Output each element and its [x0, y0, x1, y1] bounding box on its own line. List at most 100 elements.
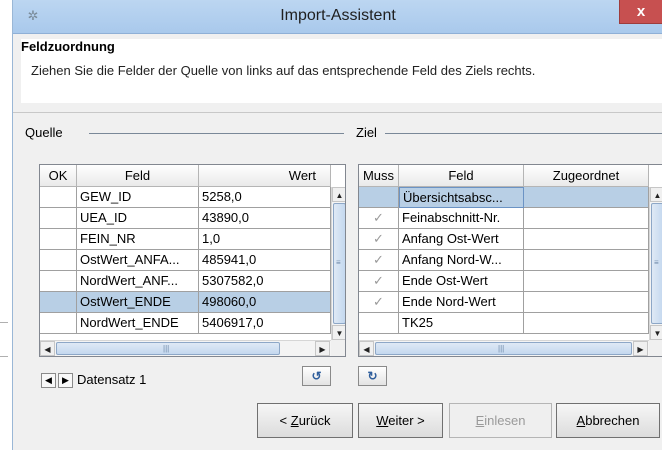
quelle-cell-wert[interactable]: 5406917,0	[199, 313, 331, 334]
quelle-cell-ok[interactable]	[40, 313, 77, 334]
ziel-group-label: Ziel	[356, 125, 377, 140]
scroll-corner	[649, 340, 662, 356]
import-button-label: Einlesen	[475, 413, 526, 428]
column-header-feld[interactable]: Feld	[399, 165, 524, 187]
next-button-label: Weiter >	[376, 413, 425, 428]
datensatz-label: Datensatz 1	[77, 372, 147, 387]
ziel-cell-muss[interactable]: ✓	[359, 229, 399, 250]
ziel-cell-feld[interactable]: Ende Nord-Wert	[399, 292, 524, 313]
ziel-cell-feld[interactable]: Übersichtsabsc...	[399, 187, 524, 208]
column-header-wert[interactable]: Wert	[199, 165, 331, 187]
ziel-cell-muss[interactable]	[359, 187, 399, 208]
quelle-cell-ok[interactable]	[40, 271, 77, 292]
quelle-cell-feld[interactable]: FEIN_NR	[77, 229, 199, 250]
ziel-table[interactable]: Muss Feld Zugeordnet Übersichtsabsc... ✓ F…	[358, 164, 662, 357]
scroll-up-arrow-icon[interactable]: ▲	[650, 187, 662, 202]
next-button[interactable]: Weiter >	[358, 403, 443, 438]
ziel-cell-zugeordnet[interactable]	[524, 292, 649, 313]
quelle-cell-wert[interactable]: 498060,0	[199, 292, 331, 313]
ziel-cell-zugeordnet[interactable]	[524, 250, 649, 271]
ziel-cell-muss[interactable]: ✓	[359, 250, 399, 271]
grip-icon: ≡	[336, 258, 341, 267]
previous-record-icon[interactable]: ◀	[41, 373, 56, 388]
scroll-thumb[interactable]: |||	[56, 342, 280, 355]
grip-icon: |||	[163, 344, 170, 353]
quelle-cell-feld[interactable]: OstWert_ENDE	[77, 292, 199, 313]
scroll-down-arrow-icon[interactable]: ▼	[332, 325, 345, 340]
ziel-cell-muss[interactable]: ✓	[359, 208, 399, 229]
quelle-cell-ok[interactable]	[40, 208, 77, 229]
ziel-cell-zugeordnet[interactable]	[524, 313, 649, 334]
import-assistant-window: ✲ Import-Assistent x Feldzuordnung Ziehe…	[12, 0, 662, 450]
quelle-cell-feld[interactable]: NordWert_ENDE	[77, 313, 199, 334]
ziel-cell-feld[interactable]: Ende Ost-Wert	[399, 271, 524, 292]
quelle-cell-feld[interactable]: NordWert_ANF...	[77, 271, 199, 292]
quelle-cell-ok[interactable]	[40, 292, 77, 313]
column-header-ok[interactable]: OK	[40, 165, 77, 187]
scroll-right-arrow-icon[interactable]: ▶	[315, 341, 330, 356]
ziel-cell-muss[interactable]: ✓	[359, 292, 399, 313]
scroll-thumb[interactable]: ≡	[333, 203, 345, 324]
grip-icon: ≡	[654, 258, 659, 267]
scroll-thumb[interactable]: |||	[375, 342, 632, 355]
quelle-cell-ok[interactable]	[40, 229, 77, 250]
ziel-horizontal-scrollbar[interactable]: ◀ ||| ▶	[359, 340, 649, 356]
section-title: Feldzuordnung	[21, 39, 115, 54]
next-record-icon[interactable]: ▶	[58, 373, 73, 388]
ziel-cell-zugeordnet[interactable]	[524, 208, 649, 229]
title-bar[interactable]: ✲ Import-Assistent x	[13, 0, 662, 34]
edge-mark	[0, 322, 8, 323]
ziel-vertical-scrollbar[interactable]: ▲ ≡ ▼	[649, 187, 662, 340]
scroll-down-arrow-icon[interactable]: ▼	[650, 325, 662, 340]
ziel-cell-feld[interactable]: Feinabschnitt-Nr.	[399, 208, 524, 229]
quelle-cell-wert[interactable]: 5307582,0	[199, 271, 331, 292]
ziel-cell-feld[interactable]: TK25	[399, 313, 524, 334]
quelle-horizontal-scrollbar[interactable]: ◀ ||| ▶	[40, 340, 331, 356]
scroll-left-arrow-icon[interactable]: ◀	[359, 341, 374, 356]
quelle-cell-feld[interactable]: UEA_ID	[77, 208, 199, 229]
grip-icon: |||	[498, 344, 505, 353]
window-title: Import-Assistent	[280, 7, 396, 24]
scroll-right-arrow-icon[interactable]: ▶	[633, 341, 648, 356]
ziel-cell-feld[interactable]: Anfang Nord-W...	[399, 250, 524, 271]
undo-icon: ↻	[367, 369, 378, 383]
quelle-cell-ok[interactable]	[40, 250, 77, 271]
quelle-vertical-scrollbar[interactable]: ▲ ≡ ▼	[331, 187, 345, 340]
column-header-muss[interactable]: Muss	[359, 165, 399, 187]
quelle-cell-ok[interactable]	[40, 187, 77, 208]
quelle-cell-feld[interactable]: GEW_ID	[77, 187, 199, 208]
back-button-label: < Zurück	[279, 413, 331, 428]
edge-mark	[0, 356, 8, 357]
ziel-cell-zugeordnet[interactable]	[524, 187, 649, 208]
scroll-up-arrow-icon[interactable]: ▲	[332, 187, 345, 202]
ziel-group-line	[385, 133, 662, 134]
ziel-cell-muss[interactable]: ✓	[359, 271, 399, 292]
background-left-edge	[0, 0, 12, 450]
section-description: Ziehen Sie die Felder der Quelle von lin…	[31, 63, 536, 78]
close-button[interactable]: x	[619, 0, 662, 24]
quelle-cell-feld[interactable]: OstWert_ANFA...	[77, 250, 199, 271]
back-button[interactable]: < Zurück	[257, 403, 353, 438]
scroll-thumb[interactable]: ≡	[651, 203, 662, 324]
column-header-zugeordnet[interactable]: Zugeordnet	[524, 165, 649, 187]
column-header-feld[interactable]: Feld	[77, 165, 199, 187]
quelle-group-label: Quelle	[25, 125, 63, 140]
quelle-table[interactable]: OK Feld Wert GEW_ID 5258,0 UEA_ID 43890,0 FE…	[39, 164, 346, 357]
ziel-cell-muss[interactable]	[359, 313, 399, 334]
import-button[interactable]: Einlesen	[449, 403, 552, 438]
quelle-cell-wert[interactable]: 1,0	[199, 229, 331, 250]
section-header: Feldzuordnung Ziehen Sie die Felder der …	[21, 39, 662, 103]
scroll-corner	[331, 340, 345, 356]
quelle-cell-wert[interactable]: 485941,0	[199, 250, 331, 271]
cancel-button-label: Abbrechen	[576, 413, 640, 428]
refresh-icon: ↺	[311, 369, 322, 383]
cancel-button[interactable]: Abbrechen	[556, 403, 660, 438]
quelle-cell-wert[interactable]: 5258,0	[199, 187, 331, 208]
reset-target-button[interactable]: ↻	[358, 366, 387, 386]
ziel-cell-feld[interactable]: Anfang Ost-Wert	[399, 229, 524, 250]
scroll-left-arrow-icon[interactable]: ◀	[40, 341, 55, 356]
refresh-source-button[interactable]: ↺	[302, 366, 331, 386]
ziel-cell-zugeordnet[interactable]	[524, 271, 649, 292]
ziel-cell-zugeordnet[interactable]	[524, 229, 649, 250]
quelle-cell-wert[interactable]: 43890,0	[199, 208, 331, 229]
